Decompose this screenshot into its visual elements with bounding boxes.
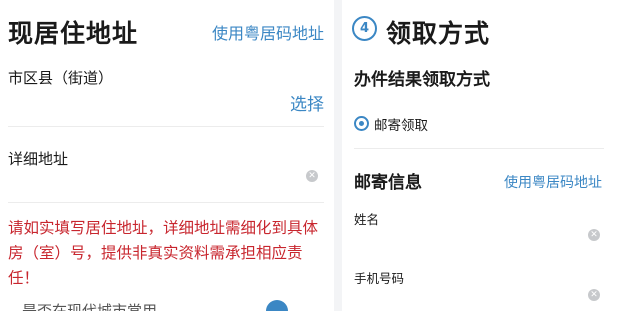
clear-detail-address-icon[interactable]: ✕: [306, 170, 318, 182]
clear-name-icon[interactable]: ✕: [588, 229, 600, 241]
divider: [8, 202, 324, 203]
mail-pickup-option-label[interactable]: 邮寄领取: [374, 114, 428, 134]
radio-selected-icon[interactable]: [354, 116, 369, 131]
divider: [354, 148, 604, 149]
select-district-button[interactable]: 选择: [290, 90, 324, 115]
pickup-method-panel: 4 领取方式 办件结果领取方式 邮寄领取 邮寄信息 使用粤居码地址 姓名 ✕ 手…: [342, 0, 628, 311]
current-address-title: 现居住地址: [8, 19, 139, 48]
use-cantonese-address-link[interactable]: 使用粤居码地址: [504, 172, 602, 192]
use-cantonese-address-link[interactable]: 使用粤居码地址: [212, 20, 324, 44]
pickup-method-title: 领取方式: [386, 19, 491, 48]
step-number-badge: 4: [352, 16, 377, 41]
address-warning-text: 请如实填写居住地址，详细地址需细化到具体房（室）号，提供非真实资料需承担相应责任…: [8, 219, 319, 287]
mail-info-title: 邮寄信息: [354, 173, 422, 193]
cut-off-question-text: 是否在现代城市常用: [22, 302, 158, 311]
toggle-switch[interactable]: [266, 300, 288, 311]
name-label: 姓名: [354, 212, 380, 227]
detail-address-label: 详细地址: [8, 150, 69, 168]
clear-phone-icon[interactable]: ✕: [588, 289, 600, 301]
divider: [8, 126, 324, 127]
current-address-panel: 现居住地址 使用粤居码地址 市区县（街道） 选择 详细地址 ✕ 请如实填写居住地…: [0, 0, 334, 311]
phone-label: 手机号码: [354, 271, 405, 286]
district-label: 市区县（街道）: [8, 69, 114, 87]
result-pickup-subtitle: 办件结果领取方式: [354, 70, 490, 90]
panel-gap: [334, 0, 342, 311]
